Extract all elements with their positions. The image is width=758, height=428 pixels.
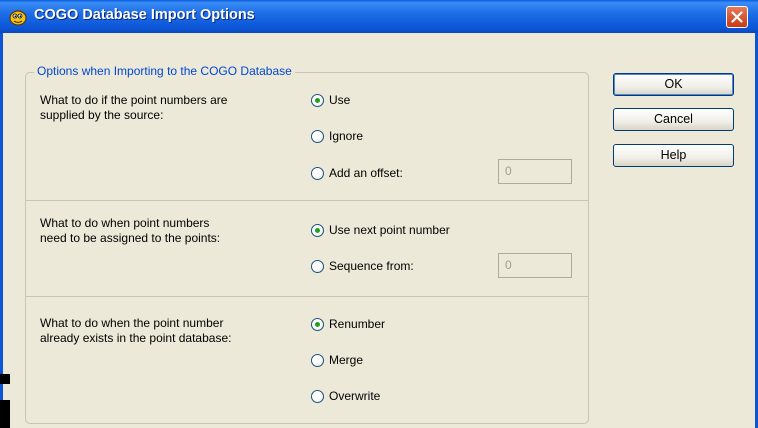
- radio-button[interactable]: [311, 259, 324, 273]
- screen-artifact: [0, 374, 10, 384]
- radio-button[interactable]: [311, 93, 324, 107]
- question-number-exists: What to do when the point number already…: [40, 316, 232, 345]
- window-title: COGO Database Import Options: [34, 7, 255, 23]
- window-frame-left: [0, 33, 3, 428]
- radio-overwrite[interactable]: Overwrite: [311, 388, 380, 404]
- radio-label: Sequence from:: [329, 259, 414, 273]
- radio-use-next-point-number[interactable]: Use next point number: [311, 222, 450, 238]
- sequence-from-input[interactable]: 0: [498, 253, 572, 278]
- radio-sequence-from[interactable]: Sequence from:: [311, 258, 414, 274]
- radio-button[interactable]: [311, 129, 324, 143]
- radio-button[interactable]: [311, 166, 324, 180]
- radio-use[interactable]: Use: [311, 92, 350, 108]
- radio-label: Ignore: [329, 129, 364, 143]
- import-options-group: [25, 72, 589, 424]
- app-icon: [8, 7, 28, 27]
- close-button[interactable]: [726, 6, 748, 28]
- radio-renumber[interactable]: Renumber: [311, 316, 385, 332]
- cancel-button[interactable]: Cancel: [613, 108, 734, 131]
- radio-button[interactable]: [311, 223, 324, 237]
- screen-artifact: [0, 400, 10, 428]
- section-divider: [26, 200, 588, 201]
- radio-ignore[interactable]: Ignore: [311, 128, 363, 144]
- question-supplied-numbers: What to do if the point numbers are supp…: [40, 93, 228, 122]
- radio-merge[interactable]: Merge: [311, 352, 363, 368]
- question-assign-numbers: What to do when point numbers need to be…: [40, 216, 221, 245]
- radio-button[interactable]: [311, 317, 324, 331]
- section-divider: [26, 296, 588, 297]
- radio-add-offset[interactable]: Add an offset:: [311, 165, 403, 181]
- radio-label: Overwrite: [329, 389, 381, 403]
- title-bar[interactable]: COGO Database Import Options: [0, 0, 758, 33]
- ok-button[interactable]: OK: [613, 73, 734, 96]
- radio-label: Use: [329, 93, 351, 107]
- radio-label: Renumber: [329, 317, 386, 331]
- close-icon: [731, 11, 743, 23]
- offset-input[interactable]: 0: [498, 159, 572, 184]
- radio-label: Merge: [329, 353, 364, 367]
- radio-button[interactable]: [311, 389, 324, 403]
- group-legend: Options when Importing to the COGO Datab…: [34, 64, 295, 78]
- help-button[interactable]: Help: [613, 144, 734, 167]
- radio-label: Use next point number: [329, 223, 450, 237]
- radio-button[interactable]: [311, 353, 324, 367]
- radio-label: Add an offset:: [329, 166, 403, 180]
